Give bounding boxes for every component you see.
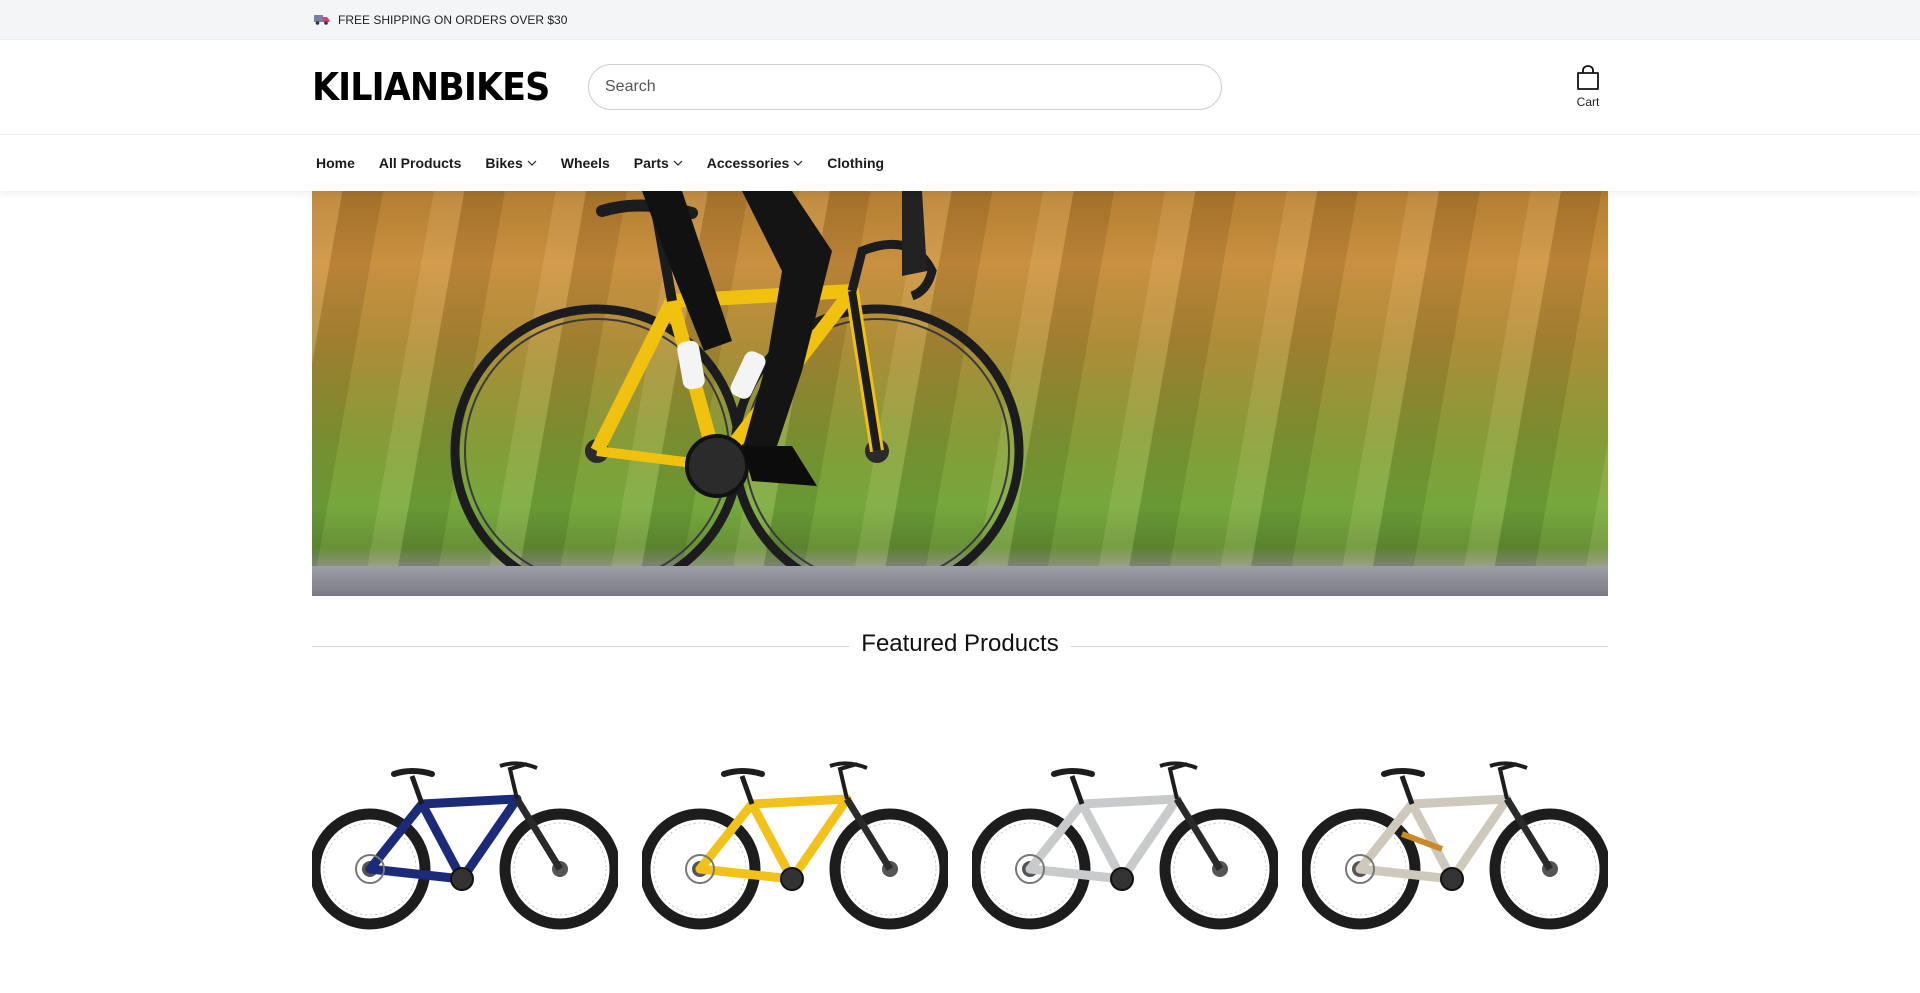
cart-label: Cart — [1576, 95, 1600, 109]
nav-item-all-products[interactable]: All Products — [379, 155, 473, 171]
product-image — [309, 761, 621, 930]
hero-banner[interactable] — [312, 191, 1608, 596]
nav-label: Parts — [633, 155, 669, 171]
search-box[interactable] — [588, 64, 1222, 110]
nav-label: Accessories — [706, 155, 790, 171]
chevron-down-icon — [793, 160, 803, 166]
product-card[interactable] — [1299, 754, 1611, 934]
nav-item-home[interactable]: Home — [312, 155, 367, 171]
site-logo[interactable]: KILIANBIKES — [312, 65, 566, 109]
site-header: KILIANBIKES Cart — [0, 40, 1920, 135]
product-card[interactable] — [639, 754, 951, 934]
featured-products-heading: Featured Products — [312, 630, 1608, 658]
hero-bike-illustration — [450, 191, 1024, 596]
truck-icon — [314, 15, 330, 25]
product-grid — [309, 754, 1611, 934]
nav-label: Home — [316, 155, 355, 171]
product-image — [969, 761, 1281, 930]
announcement-text: FREE SHIPPING ON ORDERS OVER $30 — [338, 12, 568, 27]
nav-item-bikes[interactable]: Bikes — [485, 155, 548, 171]
divider — [312, 645, 850, 647]
section-title: Featured Products — [861, 630, 1059, 657]
nav-label: Clothing — [827, 155, 885, 171]
main-navigation: Home All Products Bikes Wheels Parts Acc… — [0, 135, 1920, 191]
nav-item-parts[interactable]: Parts — [634, 155, 695, 171]
nav-label: Bikes — [485, 155, 523, 171]
search-input[interactable] — [605, 78, 1205, 96]
product-image — [1299, 761, 1611, 930]
bag-icon — [1577, 65, 1599, 90]
product-card[interactable] — [969, 754, 1281, 934]
divider — [1070, 645, 1608, 647]
nav-item-accessories[interactable]: Accessories — [707, 155, 816, 171]
chevron-down-icon — [673, 160, 683, 166]
nav-item-wheels[interactable]: Wheels — [561, 155, 622, 171]
product-card[interactable] — [309, 754, 621, 934]
cart-button[interactable]: Cart — [1568, 65, 1608, 109]
nav-label: Wheels — [560, 155, 610, 171]
product-image — [639, 761, 951, 930]
announcement-bar: FREE SHIPPING ON ORDERS OVER $30 — [0, 0, 1920, 40]
nav-label: All Products — [378, 155, 462, 171]
chevron-down-icon — [527, 160, 537, 166]
nav-item-clothing[interactable]: Clothing — [827, 155, 896, 171]
